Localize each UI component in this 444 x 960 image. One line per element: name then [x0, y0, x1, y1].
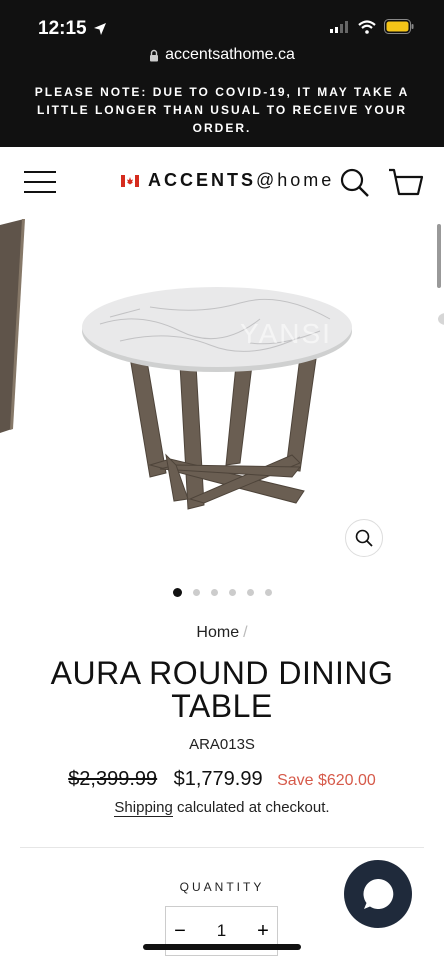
- zoom-button[interactable]: [345, 519, 383, 557]
- breadcrumb-separator: /: [243, 624, 248, 641]
- quantity-increase-button[interactable]: +: [249, 920, 277, 943]
- search-button[interactable]: [340, 168, 370, 203]
- shipping-link[interactable]: Shipping: [114, 799, 173, 817]
- search-icon: [340, 168, 369, 197]
- hamburger-icon-bar: [24, 191, 56, 193]
- cart-icon: [389, 168, 424, 196]
- watermark-text: YANSI: [240, 318, 332, 349]
- wifi-icon: [358, 19, 376, 34]
- price-block: $2,399.99 $1,779.99 Save $620.00: [0, 768, 444, 791]
- announcement-bar: PLEASE NOTE: DUE TO COVID-19, IT MAY TAK…: [0, 78, 444, 147]
- location-arrow-icon: [93, 23, 106, 35]
- quantity-value[interactable]: 1: [217, 921, 226, 941]
- product-sku: ARA013S: [189, 736, 255, 753]
- system-icons: [330, 19, 414, 34]
- product-title: AURA ROUND DINING TABLE: [50, 655, 394, 724]
- menu-button[interactable]: [24, 171, 56, 195]
- hamburger-icon-bar: [24, 171, 56, 173]
- page-scrollbar[interactable]: [437, 224, 441, 288]
- site-logo[interactable]: ACCENTS@home: [121, 170, 334, 191]
- search-icon: [355, 529, 373, 547]
- shipping-note-text: calculated at checkout.: [172, 799, 330, 816]
- chat-bubble-icon: [363, 878, 394, 909]
- sale-price: $1,779.99: [173, 768, 263, 790]
- shipping-note: Shipping calculated at checkout.: [0, 799, 444, 817]
- status-bar: 12:15 accentsathome.ca: [0, 0, 444, 78]
- quantity-decrease-button[interactable]: −: [166, 920, 194, 943]
- logo-text: ACCENTS@home: [148, 170, 334, 191]
- site-header: ACCENTS@home: [0, 147, 444, 219]
- gallery-pagination: [0, 588, 444, 597]
- gallery-dot[interactable]: [172, 588, 182, 597]
- status-time: 12:15: [38, 18, 107, 40]
- savings-label: Save $620.00: [277, 772, 376, 789]
- cart-button[interactable]: [388, 168, 424, 203]
- gallery-dot[interactable]: [192, 589, 200, 596]
- announcement-text: PLEASE NOTE: DUE TO COVID-19, IT MAY TAK…: [34, 85, 410, 135]
- breadcrumb-home-link[interactable]: Home: [196, 624, 239, 641]
- cellular-signal-icon: [330, 20, 348, 33]
- battery-icon: [384, 19, 414, 34]
- home-indicator[interactable]: [143, 944, 301, 950]
- gallery-dot[interactable]: [228, 589, 236, 596]
- original-price: $2,399.99: [68, 768, 158, 790]
- chat-button[interactable]: [344, 860, 412, 928]
- url-text: accentsathome.ca: [165, 46, 295, 63]
- gallery-dot[interactable]: [246, 589, 254, 596]
- gallery-dot[interactable]: [210, 589, 218, 596]
- canada-flag-icon: [121, 174, 139, 187]
- logo-bold-text: ACCENTS: [148, 170, 257, 190]
- logo-suffix-text: @home: [256, 170, 335, 190]
- divider: [20, 847, 424, 848]
- hamburger-icon-bar: [24, 181, 56, 183]
- breadcrumb: Home /: [0, 624, 444, 642]
- url-bar[interactable]: accentsathome.ca: [0, 46, 444, 64]
- clock-text: 12:15: [38, 18, 87, 39]
- gallery-dot[interactable]: [264, 589, 272, 596]
- lock-icon: [150, 49, 159, 61]
